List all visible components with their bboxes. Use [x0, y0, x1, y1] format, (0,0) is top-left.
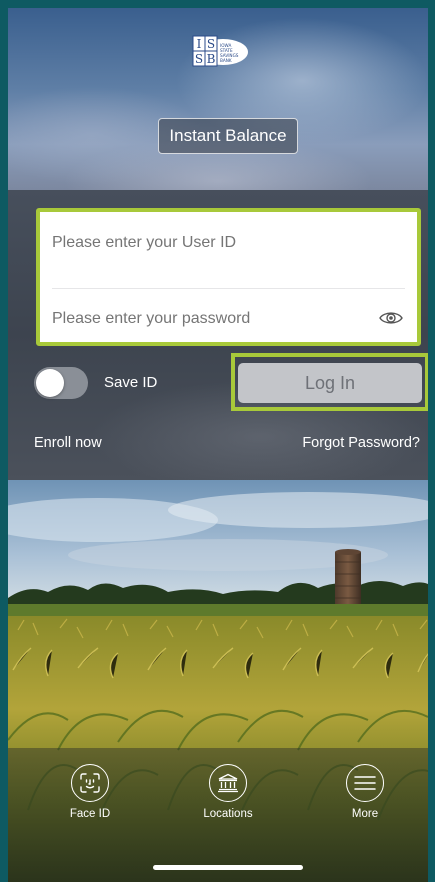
svg-text:S: S	[207, 37, 215, 51]
toggle-knob	[36, 369, 64, 397]
face-id-icon	[71, 764, 109, 802]
home-indicator[interactable]	[153, 865, 303, 870]
field-divider	[52, 288, 405, 289]
bottom-tab-bar: Face ID Locations More	[8, 748, 428, 882]
tab-locations-label: Locations	[203, 808, 253, 820]
save-id-label: Save ID	[104, 374, 158, 391]
bank-logo: I S S B IOWA STATE SAVINGS BANK	[192, 35, 248, 67]
menu-icon	[346, 764, 384, 802]
instant-balance-button[interactable]: Instant Balance	[158, 118, 298, 154]
login-button[interactable]: Log In	[238, 363, 422, 403]
svg-text:I: I	[197, 37, 202, 51]
user-id-input[interactable]	[52, 234, 405, 252]
tab-face-id[interactable]: Face ID	[40, 764, 140, 820]
save-id-toggle[interactable]	[34, 367, 88, 399]
sky-header-background: I S S B IOWA STATE SAVINGS BANK Instant …	[8, 8, 428, 190]
forgot-password-link[interactable]: Forgot Password?	[302, 435, 420, 451]
svg-text:S: S	[195, 52, 203, 66]
eye-icon[interactable]	[379, 310, 403, 326]
bank-icon	[209, 764, 247, 802]
credentials-card	[36, 208, 421, 346]
password-input[interactable]	[52, 310, 405, 328]
tab-more[interactable]: More	[315, 764, 415, 820]
app-screen: I S S B IOWA STATE SAVINGS BANK Instant …	[8, 8, 428, 882]
enroll-now-link[interactable]: Enroll now	[34, 435, 102, 451]
svg-text:B: B	[207, 52, 216, 66]
tab-face-id-label: Face ID	[69, 808, 111, 820]
svg-text:BANK: BANK	[220, 58, 232, 63]
tab-locations[interactable]: Locations	[178, 764, 278, 820]
tab-more-label: More	[351, 808, 379, 820]
